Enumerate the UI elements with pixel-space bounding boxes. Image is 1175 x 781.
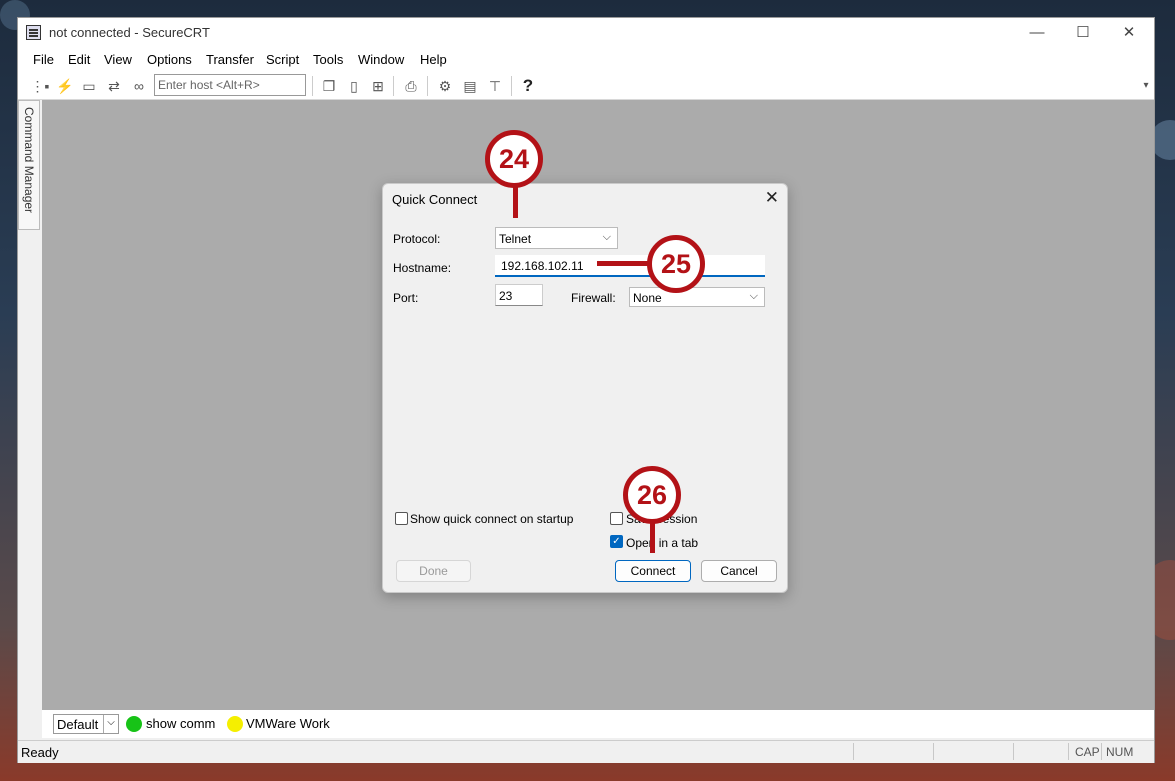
port-input[interactable]: 23 (495, 284, 543, 306)
help-icon[interactable]: ? (518, 76, 538, 96)
menu-options[interactable]: Options (147, 52, 192, 67)
annotation-badge-26: 26 (623, 466, 681, 524)
green-dot-icon (126, 716, 142, 732)
settings-gear-icon[interactable]: ⚙ (435, 76, 455, 96)
port-value: 23 (499, 289, 513, 303)
reconnect-icon[interactable]: ⇄ (104, 76, 124, 96)
save-session-checkbox[interactable] (610, 512, 623, 525)
button-show-comm[interactable]: show comm (146, 716, 215, 731)
connect-button[interactable]: Connect (615, 560, 691, 582)
protocol-select[interactable]: Telnet ⌵ (495, 227, 618, 249)
show-quick-connect-label: Show quick connect on startup (410, 512, 574, 526)
annotation-leader-line (513, 186, 518, 218)
button-bar-select[interactable]: Default ⌵ (53, 714, 119, 734)
status-pane (1013, 743, 1014, 760)
status-pane (1101, 743, 1102, 760)
open-in-tab-label: Open in a tab (626, 536, 699, 550)
port-label: Port: (393, 291, 419, 305)
title-bar[interactable]: not connected - SecureCRT — ☐ ✕ (18, 18, 1154, 48)
disconnect-icon[interactable]: ∞ (129, 76, 149, 96)
find-icon[interactable]: ⊞ (368, 76, 388, 96)
hostname-input[interactable]: 192.168.102.11 (495, 255, 765, 277)
keymap-icon[interactable]: ▤ (460, 76, 480, 96)
command-manager-tab[interactable]: Command Manager (18, 100, 40, 230)
menu-script[interactable]: Script (266, 52, 299, 67)
chevron-down-icon: ⌵ (602, 231, 611, 243)
done-button[interactable]: Done (396, 560, 471, 582)
open-in-tab-checkbox[interactable]: ✓ (610, 535, 623, 548)
toolbar-separator (312, 76, 313, 96)
button-bar-select-value: Default (57, 717, 99, 732)
annotation-leader-line (597, 261, 652, 266)
caps-indicator: CAP (1075, 745, 1100, 759)
securecrt-app-icon (26, 25, 41, 40)
firewall-value: None (633, 291, 662, 305)
hostname-value: 192.168.102.11 (501, 259, 584, 273)
toolbar: ⋮▪ ⚡ ▭ ⇄ ∞ ❐ ▯ ⊞ ⎙ ⚙ ▤ ⊤ ? ▾ (18, 72, 1154, 100)
menu-tools[interactable]: Tools (313, 52, 343, 67)
num-indicator: NUM (1106, 745, 1134, 759)
status-bar: Ready CAP NUM (18, 740, 1154, 763)
copy-icon[interactable]: ❐ (319, 76, 339, 96)
annotation-badge-25: 25 (647, 235, 705, 293)
close-button[interactable]: ✕ (1106, 18, 1152, 48)
toolbar-separator (511, 76, 512, 96)
connect-in-tab-icon[interactable]: ▭ (79, 76, 99, 96)
chevron-down-icon: ⌵ (749, 290, 758, 302)
yellow-dot-icon (227, 716, 243, 732)
menu-file[interactable]: File (33, 52, 54, 67)
menu-view[interactable]: View (104, 52, 132, 67)
window-title: not connected - SecureCRT (49, 25, 210, 40)
dialog-close-icon[interactable]: ✕ (765, 188, 779, 208)
connect-icon[interactable]: ⋮▪ (30, 76, 50, 96)
button-bar: Default ⌵ show comm VMWare Work (42, 710, 1154, 738)
cancel-button[interactable]: Cancel (701, 560, 777, 582)
status-pane (1068, 743, 1069, 760)
menu-help[interactable]: Help (420, 52, 447, 67)
quick-connect-dialog: Quick Connect ✕ Protocol: Telnet ⌵ Hostn… (382, 183, 788, 593)
toolbar-separator (427, 76, 428, 96)
menu-window[interactable]: Window (358, 52, 404, 67)
firewall-select[interactable]: None ⌵ (629, 287, 765, 307)
hostname-label: Hostname: (393, 261, 452, 275)
status-pane (933, 743, 934, 760)
firewall-label: Firewall: (571, 291, 616, 305)
annotation-badge-24: 24 (485, 130, 543, 188)
minimize-button[interactable]: — (1014, 18, 1060, 48)
toolbar-separator (393, 76, 394, 96)
menu-transfer[interactable]: Transfer (206, 52, 254, 67)
show-quick-connect-checkbox[interactable] (395, 512, 408, 525)
paste-icon[interactable]: ▯ (344, 76, 364, 96)
quick-connect-icon[interactable]: ⚡ (55, 76, 75, 96)
dialog-title: Quick Connect (392, 192, 478, 207)
maximize-button[interactable]: ☐ (1060, 18, 1106, 48)
menu-edit[interactable]: Edit (68, 52, 90, 67)
button-vmware-work[interactable]: VMWare Work (246, 716, 330, 731)
annotation-leader-line (650, 520, 655, 553)
command-manager-label: Command Manager (22, 107, 36, 214)
toolbar-overflow-icon[interactable]: ▾ (1140, 76, 1152, 96)
status-pane (853, 743, 854, 760)
menu-bar: File Edit View Options Transfer Script T… (18, 48, 1154, 72)
protocol-label: Protocol: (393, 232, 441, 246)
chevron-down-icon: ⌵ (103, 715, 118, 733)
status-text: Ready (21, 745, 59, 760)
sftp-icon[interactable]: ⊤ (485, 76, 505, 96)
enter-host-input[interactable] (154, 74, 306, 96)
print-icon[interactable]: ⎙ (401, 76, 421, 96)
protocol-value: Telnet (499, 232, 532, 246)
